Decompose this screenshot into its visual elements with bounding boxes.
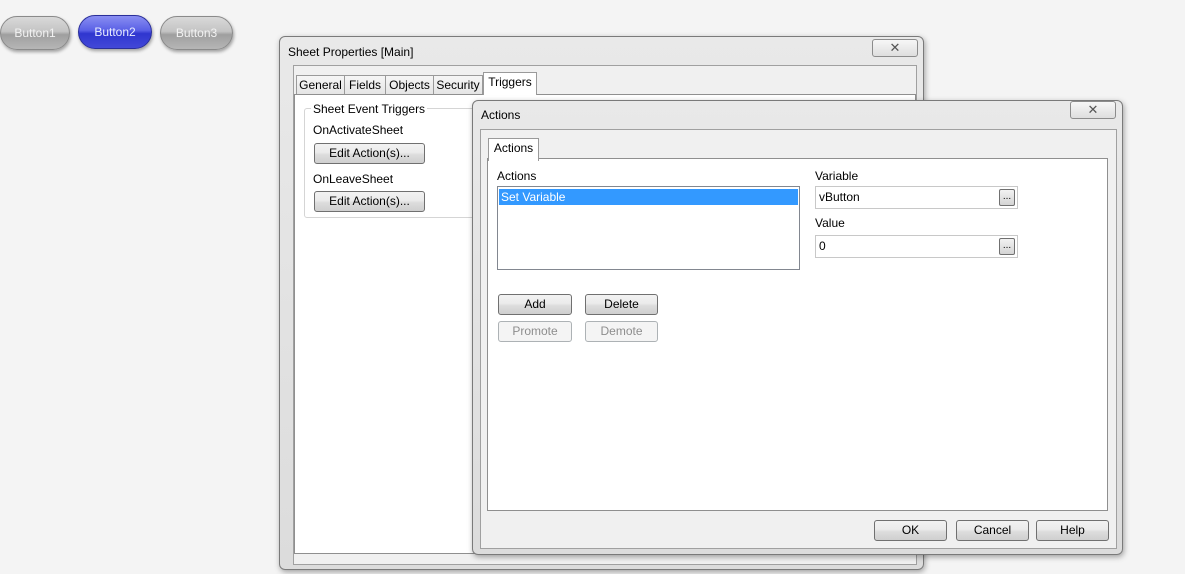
sheet-button-1[interactable]: Button1 [0, 16, 70, 50]
demote-button[interactable]: Demote [585, 321, 658, 342]
ok-button[interactable]: OK [874, 520, 947, 541]
close-icon: ✕ [889, 40, 901, 55]
value-ellipsis-button[interactable]: ... [999, 238, 1015, 255]
variable-ellipsis-button[interactable]: ... [999, 189, 1015, 206]
sheet-properties-close-button[interactable]: ✕ [872, 39, 918, 57]
promote-button[interactable]: Promote [498, 321, 572, 342]
actions-dialog-title: Actions [481, 108, 521, 122]
sheet-properties-titlebar: Sheet Properties [Main] ✕ [280, 37, 923, 65]
actions-tab-page: Actions Set Variable Add Delete Promote … [487, 158, 1108, 511]
tab-general[interactable]: General [296, 75, 345, 95]
tab-objects[interactable]: Objects [385, 75, 434, 95]
variable-field[interactable]: vButton ... [815, 186, 1018, 209]
actions-titlebar: Actions ✕ [473, 101, 1122, 129]
list-item[interactable]: Set Variable [499, 189, 798, 205]
tab-triggers[interactable]: Triggers [483, 72, 537, 95]
close-icon: ✕ [1087, 102, 1099, 117]
sheet-button-3[interactable]: Button3 [160, 16, 233, 50]
value-value: 0 [819, 239, 826, 253]
add-button[interactable]: Add [498, 294, 572, 315]
sheet-button-2[interactable]: Button2 [78, 15, 152, 49]
actions-list-label: Actions [497, 169, 537, 183]
sheet-properties-title: Sheet Properties [Main] [288, 45, 414, 59]
actions-dialog: Actions ✕ Actions Actions Set Variable A… [472, 100, 1123, 555]
help-button[interactable]: Help [1036, 520, 1109, 541]
tab-security[interactable]: Security [433, 75, 483, 95]
tab-actions[interactable]: Actions [488, 138, 539, 161]
edit-actions-activate-button[interactable]: Edit Action(s)... [314, 143, 425, 164]
on-leave-sheet-label: OnLeaveSheet [313, 172, 394, 186]
on-activate-sheet-label: OnActivateSheet [313, 123, 404, 137]
cancel-button[interactable]: Cancel [956, 520, 1029, 541]
variable-label: Variable [815, 169, 859, 183]
value-field[interactable]: 0 ... [815, 235, 1018, 258]
edit-actions-leave-button[interactable]: Edit Action(s)... [314, 191, 425, 212]
tab-fields[interactable]: Fields [344, 75, 386, 95]
sheet-event-triggers-title: Sheet Event Triggers [311, 102, 428, 116]
actions-body: Actions Actions Set Variable Add Delete … [480, 129, 1117, 549]
value-label: Value [815, 216, 845, 230]
delete-button[interactable]: Delete [585, 294, 658, 315]
actions-close-button[interactable]: ✕ [1070, 101, 1116, 119]
variable-value: vButton [819, 190, 860, 204]
actions-list[interactable]: Set Variable [497, 186, 800, 270]
